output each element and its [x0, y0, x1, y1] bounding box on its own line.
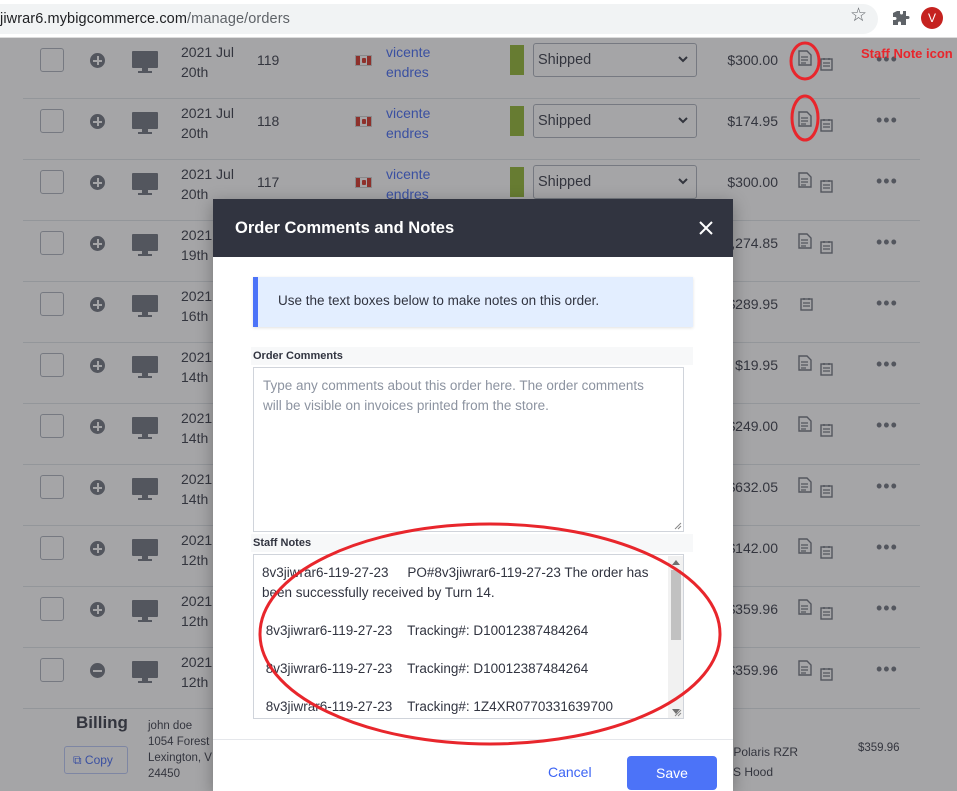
info-text: Use the text boxes below to make notes o… — [278, 293, 600, 308]
comments-placeholder-line: Type any comments about this order here.… — [263, 378, 644, 393]
scroll-thumb[interactable] — [671, 570, 681, 640]
resize-grip-icon[interactable] — [672, 707, 682, 717]
staff-note-line: 8v3jiwrar6-119-27-23 PO#8v3jiwrar6-119-2… — [262, 565, 649, 580]
order-comments-label: Order Comments — [253, 350, 343, 362]
scroll-up-arrow-icon[interactable] — [672, 560, 680, 565]
order-comments-textarea[interactable]: Type any comments about this order here.… — [253, 367, 684, 532]
cancel-button[interactable]: Cancel — [548, 764, 592, 780]
order-comments-label-row: Order Comments — [251, 347, 693, 365]
extensions-puzzle-icon[interactable] — [890, 9, 910, 29]
address-bar[interactable]: jiwrar6.mybigcommerce.com/manage/orders — [0, 4, 878, 34]
staff-notes-label-row: Staff Notes — [251, 534, 693, 552]
annotation-label: Staff Note icon — [861, 46, 953, 61]
modal-footer: Cancel Save — [213, 739, 733, 791]
bookmark-star-icon[interactable]: ☆ — [850, 4, 867, 27]
modal-title: Order Comments and Notes — [235, 219, 455, 237]
staff-notes-label: Staff Notes — [253, 537, 312, 549]
staff-note-line: 8v3jiwrar6-119-27-23 Tracking#: 1Z4XR077… — [262, 699, 613, 714]
url-text: jiwrar6.mybigcommerce.com/manage/orders — [0, 11, 290, 27]
save-button[interactable]: Save — [627, 756, 717, 790]
notes-scrollbar[interactable] — [668, 556, 683, 718]
staff-note-line: 8v3jiwrar6-119-27-23 Tracking#: D1001238… — [262, 623, 589, 638]
staff-note-line: 8v3jiwrar6-119-27-23 Tracking#: D1001238… — [262, 661, 589, 676]
browser-toolbar: jiwrar6.mybigcommerce.com/manage/orders … — [0, 0, 957, 38]
modal-header: Order Comments and Notes — [213, 199, 733, 257]
profile-avatar[interactable]: V — [921, 7, 943, 29]
staff-notes-textarea[interactable]: 8v3jiwrar6-119-27-23 Tracking#: 1Z4XR077… — [253, 554, 684, 719]
comments-placeholder-line: will be visible on invoices printed from… — [263, 398, 549, 413]
staff-note-line: been successfully received by Turn 14. — [262, 585, 495, 600]
close-icon[interactable] — [698, 220, 714, 236]
info-message: Use the text boxes below to make notes o… — [253, 277, 693, 327]
order-notes-modal: Order Comments and Notes Use the text bo… — [213, 199, 733, 791]
resize-grip-icon[interactable] — [672, 520, 682, 530]
